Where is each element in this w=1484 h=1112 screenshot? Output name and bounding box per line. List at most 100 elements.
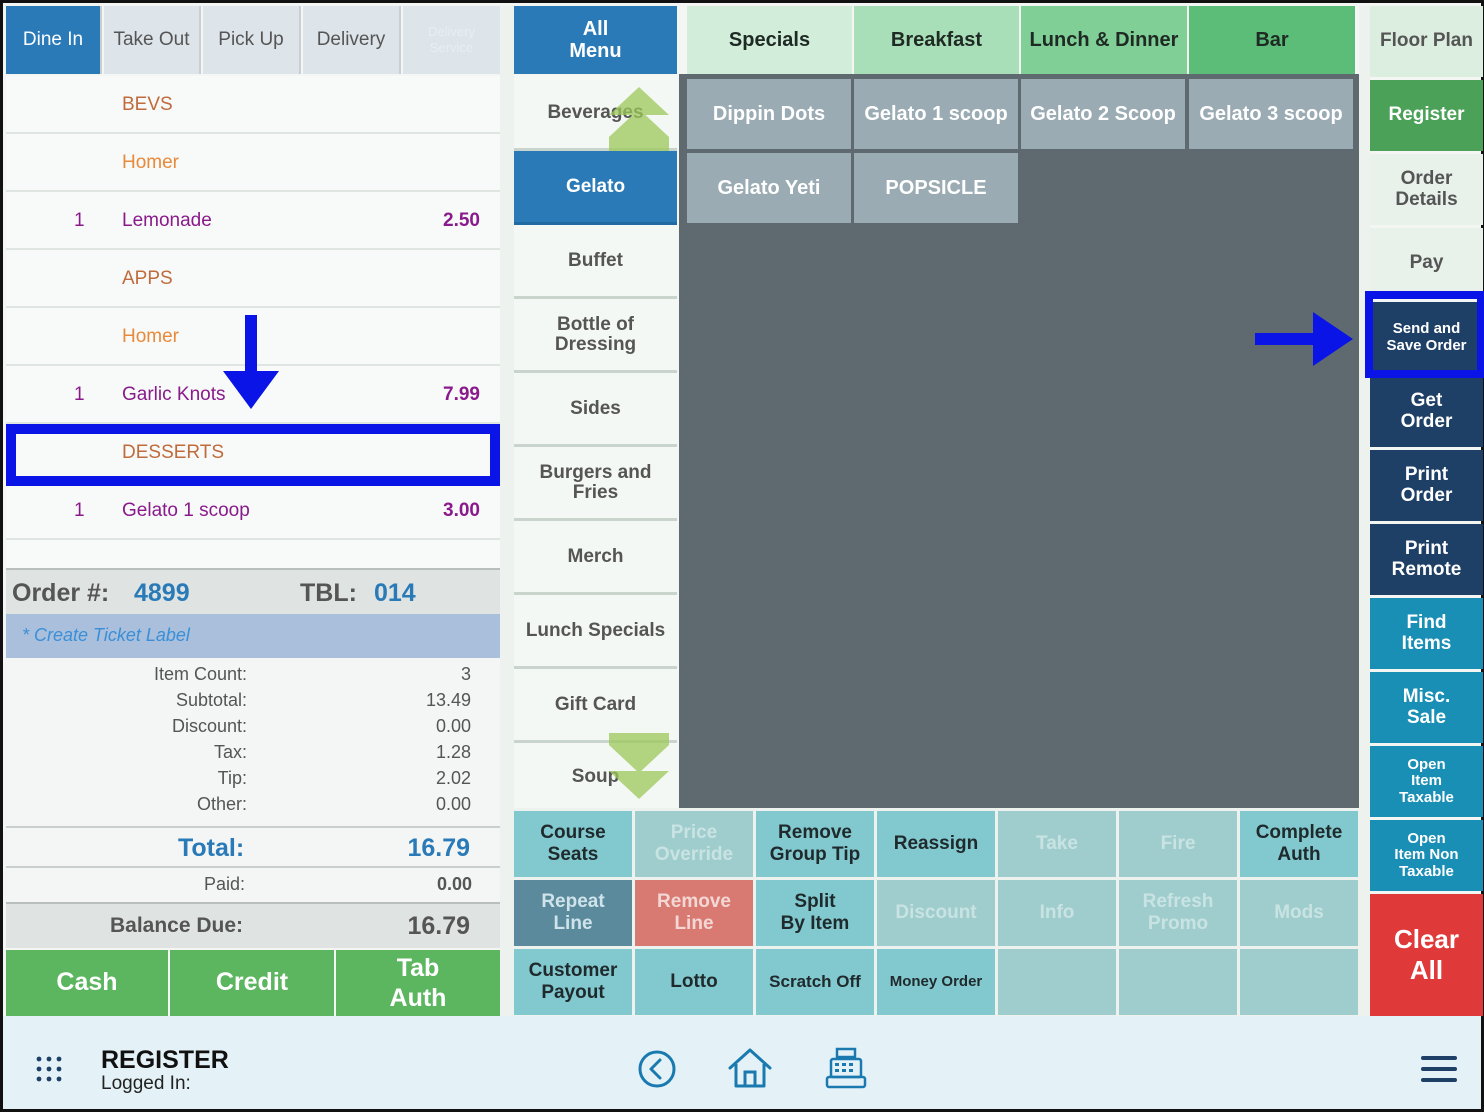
item-gelato-1-scoop[interactable]: Gelato 1 scoop [854,79,1018,149]
scroll-up-icon[interactable] [609,87,669,153]
complete-auth-button[interactable]: Complete Auth [1240,811,1358,877]
home-icon[interactable] [727,1047,773,1089]
order-line-name: Lemonade [122,210,212,231]
total-value: 16.79 [407,834,470,862]
category-gelato[interactable]: Gelato [514,151,677,225]
category-buffet[interactable]: Buffet [514,225,677,299]
fire-button: Fire [1119,811,1237,877]
right-column-bg [1359,6,1370,1016]
cash-register-icon[interactable] [825,1047,867,1089]
course-seats-button[interactable]: Course Seats [514,811,632,877]
empty-function-button [998,949,1116,1015]
print-remote-button[interactable]: Print Remote [1370,524,1483,595]
order-line-item[interactable]: 1 Lemonade 2.50 [6,192,500,250]
order-number-label: Order #: [12,579,110,607]
floor-plan-button[interactable]: Floor Plan [1370,6,1483,77]
open-item-taxable-button[interactable]: Open Item Taxable [1370,746,1483,817]
category-merch[interactable]: Merch [514,521,677,595]
print-order-button[interactable]: Print Order [1370,450,1483,521]
pay-button[interactable]: Pay [1370,228,1483,299]
order-line-name: Garlic Knots [122,384,226,405]
tab-delivery-service: Delivery Service [403,6,500,74]
money-order-button[interactable]: Money Order [877,949,995,1015]
order-line-section[interactable]: BEVS [6,76,500,134]
reassign-button[interactable]: Reassign [877,811,995,877]
credit-button[interactable]: Credit [170,950,334,1016]
scroll-down-icon[interactable] [609,733,669,801]
info-button: Info [998,880,1116,946]
order-line-item[interactable]: 1 Gelato 1 scoop 3.00 [6,482,500,540]
total-label: Total: [178,834,245,862]
item-gelato-3-scoop[interactable]: Gelato 3 scoop [1189,79,1353,149]
split-by-item-button[interactable]: Split By Item [756,880,874,946]
tab-pick-up[interactable]: Pick Up [203,6,301,74]
category-gift-card[interactable]: Gift Card [514,669,677,743]
summary-value: 0.00 [435,794,471,814]
order-line-qty: 1 [74,210,85,231]
tab-delivery[interactable]: Delivery [303,6,401,74]
category-sides[interactable]: Sides [514,373,677,447]
balance-label: Balance Due: [110,914,244,937]
item-popsicle[interactable]: POPSICLE [854,153,1018,223]
price-override-button: Price Override [635,811,753,877]
lotto-button[interactable]: Lotto [635,949,753,1015]
tab-auth-button[interactable]: Tab Auth [336,950,500,1016]
total-row: Total: 16.79 [6,826,500,868]
tab-dine-in[interactable]: Dine In [6,6,102,74]
order-line-price: 7.99 [443,384,480,405]
menu-tab-bar[interactable]: Bar [1189,6,1355,74]
summary-label: Item Count: [153,664,247,684]
summary-value: 1.28 [435,742,471,762]
summary-value: 3 [460,664,471,684]
scratch-off-button[interactable]: Scratch Off [756,949,874,1015]
customer-payout-button[interactable]: Customer Payout [514,949,632,1015]
refresh-promo-button: Refresh Promo [1119,880,1237,946]
item-gelato-yeti[interactable]: Gelato Yeti [687,153,851,223]
tab-take-out[interactable]: Take Out [104,6,201,74]
cash-button[interactable]: Cash [6,950,168,1016]
order-line-price: 3.00 [443,500,480,521]
order-number: 4899 [134,579,190,607]
back-icon[interactable] [637,1049,677,1089]
summary-value: 13.49 [425,690,471,710]
item-dippin-dots[interactable]: Dippin Dots [687,79,851,149]
get-order-button[interactable]: Get Order [1370,376,1483,447]
order-line-server[interactable]: Homer [6,134,500,192]
discount-button: Discount [877,880,995,946]
menu-tab-lunch-dinner[interactable]: Lunch & Dinner [1021,6,1187,74]
repeat-line-button[interactable]: Repeat Line [514,880,632,946]
order-line-qty: 1 [74,384,85,405]
order-info-bar: Order #: 4899 TBL: 014 [6,568,500,614]
summary-value: 0.00 [435,716,471,736]
table-label: TBL: [300,579,357,607]
order-line-name: Homer [122,326,180,347]
app-grid-icon[interactable] [35,1055,63,1083]
menu-tab-breakfast[interactable]: Breakfast [854,6,1019,74]
order-line-price: 2.50 [443,210,480,231]
panel-divider [500,6,514,1016]
open-item-non-taxable-button[interactable]: Open Item Non Taxable [1370,820,1483,891]
order-line-name: APPS [122,268,173,289]
item-gelato-2-scoop[interactable]: Gelato 2 Scoop [1021,79,1185,149]
all-menu-button[interactable]: All Menu [514,6,677,74]
misc-sale-button[interactable]: Misc. Sale [1370,672,1483,743]
category-lunch-specials[interactable]: Lunch Specials [514,595,677,669]
hamburger-menu-icon[interactable] [1421,1055,1457,1083]
annotation-highlight-box [6,424,500,486]
find-items-button[interactable]: Find Items [1370,598,1483,669]
create-ticket-label[interactable]: * Create Ticket Label [6,614,500,658]
order-details-button[interactable]: Order Details [1370,154,1483,225]
summary-value: 2.02 [435,768,471,788]
category-burgers-and-fries[interactable]: Burgers and Fries [514,447,677,521]
register-button[interactable]: Register [1370,80,1483,151]
mods-button: Mods [1240,880,1358,946]
empty-function-button [1119,949,1237,1015]
remove-group-tip-button[interactable]: Remove Group Tip [756,811,874,877]
menu-tab-specials[interactable]: Specials [687,6,852,74]
clear-all-button[interactable]: Clear All [1370,894,1483,1016]
category-bottle-of-dressing[interactable]: Bottle of Dressing [514,299,677,373]
order-line-section[interactable]: APPS [6,250,500,308]
take-button: Take [998,811,1116,877]
remove-line-button[interactable]: Remove Line [635,880,753,946]
paid-label: Paid: [204,874,246,894]
